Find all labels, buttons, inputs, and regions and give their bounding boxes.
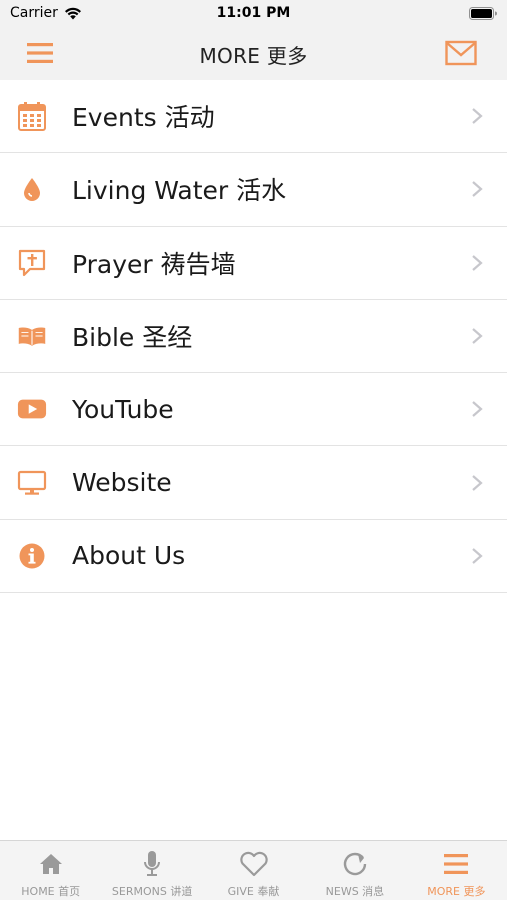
menu-item-label: Bible 圣经 <box>72 323 193 353</box>
tab-label: MORE 更多 <box>427 885 486 898</box>
tab-bar: HOME 首页 SERMONS 讲道 GIVE 奉献 NEWS 消息 MORE … <box>0 840 507 900</box>
chevron-right-icon <box>472 108 483 124</box>
open-book-icon <box>17 321 47 351</box>
refresh-icon <box>340 849 370 879</box>
tab-label: NEWS 消息 <box>325 885 385 898</box>
menu-item-label: YouTube <box>72 394 174 424</box>
menu-item-living-water[interactable]: Living Water 活水 <box>0 153 507 227</box>
more-menu-list: Events 活动 Living Water 活水 Prayer 祷告墙 Bib… <box>0 80 507 840</box>
page-title: MORE 更多 <box>199 44 308 68</box>
chevron-right-icon <box>472 474 483 491</box>
menu-item-events[interactable]: Events 活动 <box>0 80 507 154</box>
menu-item-bible[interactable]: Bible 圣经 <box>0 299 507 374</box>
tab-label: SERMONS 讲道 <box>111 885 193 898</box>
status-time: 11:01 PM <box>216 5 291 21</box>
menu-item-about-us[interactable]: About Us <box>0 519 507 594</box>
tab-give[interactable]: GIVE 奉献 <box>203 841 304 900</box>
menu-item-label: Prayer 祷告墙 <box>72 249 236 279</box>
tab-sermons[interactable]: SERMONS 讲道 <box>101 841 202 900</box>
menu-item-website[interactable]: Website <box>0 446 507 520</box>
tab-home[interactable]: HOME 首页 <box>0 841 101 900</box>
water-drop-icon <box>17 174 47 204</box>
youtube-icon <box>17 394 47 424</box>
chevron-right-icon <box>472 181 483 198</box>
menu-item-label: Events 活动 <box>72 103 215 133</box>
tab-news[interactable]: NEWS 消息 <box>304 841 405 900</box>
microphone-icon <box>137 849 167 879</box>
calendar-icon <box>17 101 47 132</box>
status-bar: Carrier 11:01 PM <box>0 0 507 28</box>
home-icon <box>36 849 66 879</box>
chevron-right-icon <box>472 328 483 344</box>
menu-item-label: Living Water 活水 <box>72 176 287 206</box>
menu-item-prayer[interactable]: Prayer 祷告墙 <box>0 226 507 300</box>
tab-label: GIVE 奉献 <box>227 885 280 898</box>
tab-label: HOME 首页 <box>21 885 81 898</box>
chevron-right-icon <box>472 548 483 564</box>
info-icon <box>17 541 47 571</box>
heart-icon <box>239 849 269 879</box>
menu-item-youtube[interactable]: YouTube <box>0 373 507 447</box>
menu-item-label: Website <box>72 468 172 498</box>
monitor-icon <box>17 468 47 498</box>
chevron-right-icon <box>472 254 483 271</box>
battery-icon <box>469 7 497 20</box>
mail-icon[interactable] <box>445 40 477 66</box>
navigation-bar: MORE 更多 <box>0 28 507 80</box>
prayer-chat-icon <box>17 248 47 278</box>
tab-more[interactable]: MORE 更多 <box>406 841 507 900</box>
menu-item-label: About Us <box>72 541 186 571</box>
chevron-right-icon <box>472 401 483 418</box>
hamburger-menu-icon <box>441 849 471 879</box>
